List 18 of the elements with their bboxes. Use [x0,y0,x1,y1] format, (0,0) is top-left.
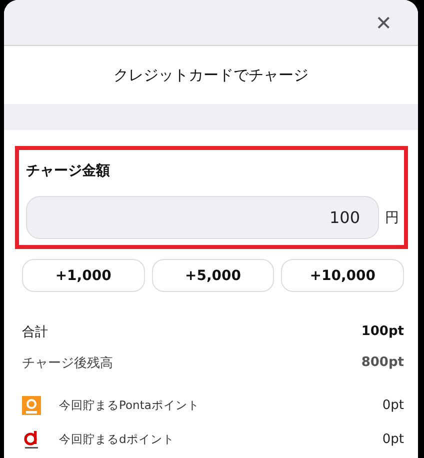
amount-label: チャージ金額 [26,162,111,180]
points-label: 今回貯まるdポイント [59,432,176,446]
amount-field[interactable]: 100 [26,196,379,239]
summary-label: チャージ後残高 [22,354,113,372]
currency-unit: 円 [385,208,399,226]
summary-value: 800pt [361,355,404,370]
d-logo-icon [22,430,41,448]
add-amount-button[interactable]: +10,000 [281,259,404,292]
points-label: 今回貯まるPontaポイント [59,398,200,412]
add-amount-button[interactable]: +1,000 [22,259,145,292]
close-button[interactable]: ✕ [371,10,396,34]
summary-label: 合計 [22,324,48,340]
points-value: 0pt [382,398,404,412]
summary-value: 100pt [361,324,404,339]
sheet-title: クレジットカードでチャージ [114,66,308,84]
add-amount-button[interactable]: +5,000 [152,259,274,292]
cat-logo-icon [22,396,41,414]
points-value: 0pt [382,432,404,446]
